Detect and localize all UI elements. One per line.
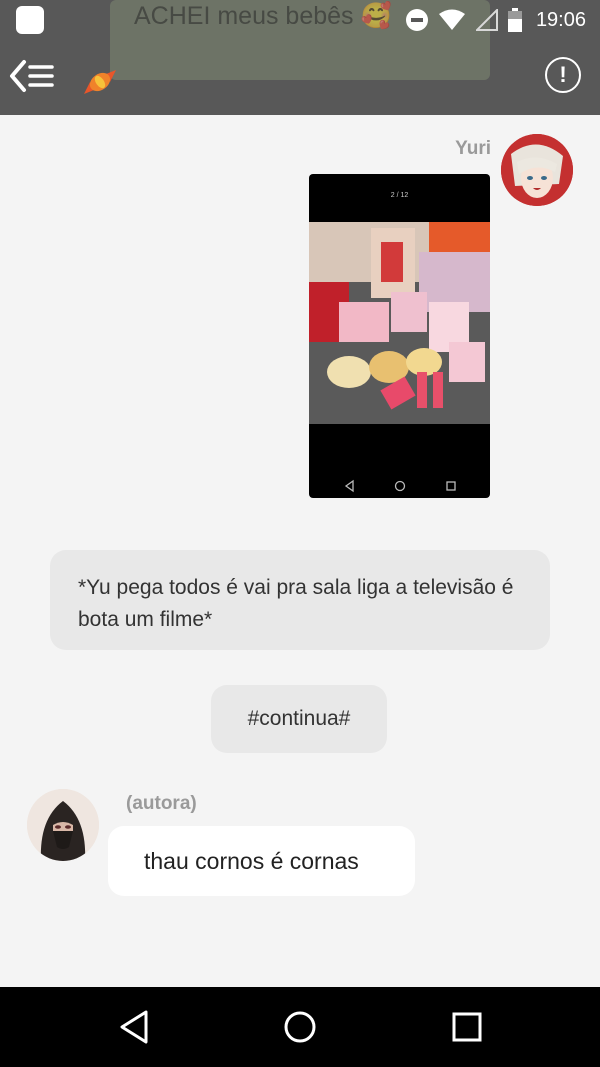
do-not-disturb-icon: [405, 9, 428, 31]
narration-bubble: #continua#: [211, 685, 387, 753]
back-nav-icon[interactable]: [118, 1009, 150, 1045]
message-bubble[interactable]: thau cornos é cornas: [108, 826, 415, 896]
signal-icon: [475, 9, 498, 31]
sender-name: Yuri: [455, 138, 491, 159]
autora-avatar-image: [27, 789, 99, 861]
status-time: 19:06: [535, 8, 586, 31]
avatar[interactable]: [27, 789, 99, 861]
avatar[interactable]: [501, 134, 573, 206]
battery-icon: [507, 8, 522, 32]
top-bar: ACHEI meus bebês 🥰 19:06 !: [0, 0, 600, 115]
sender-name: (autora): [126, 793, 197, 814]
back-menu-icon: [10, 60, 54, 92]
ghost-chat-title-text: ACHEI meus bebês 🥰: [134, 2, 392, 30]
candy-icon-button[interactable]: [80, 64, 120, 100]
image-counter: 2 / 12: [390, 192, 409, 199]
recents-nav-icon[interactable]: [451, 1009, 483, 1045]
wifi-icon: [438, 9, 465, 30]
yuri-avatar-image: [501, 134, 573, 206]
app-notification-icon: [16, 6, 44, 34]
image-message[interactable]: 2 / 12: [309, 174, 490, 498]
back-button[interactable]: [8, 58, 58, 94]
info-button[interactable]: !: [545, 57, 581, 93]
narration-bubble: *Yu pega todos é vai pra sala liga a tel…: [50, 550, 550, 650]
snacks-photo: [309, 222, 490, 424]
candy-icon: [84, 70, 116, 94]
system-nav-bar: [0, 987, 600, 1067]
status-bar-right: 19:06: [405, 4, 586, 36]
home-nav-icon[interactable]: [283, 1009, 317, 1045]
image-nav-bar: [344, 479, 456, 493]
